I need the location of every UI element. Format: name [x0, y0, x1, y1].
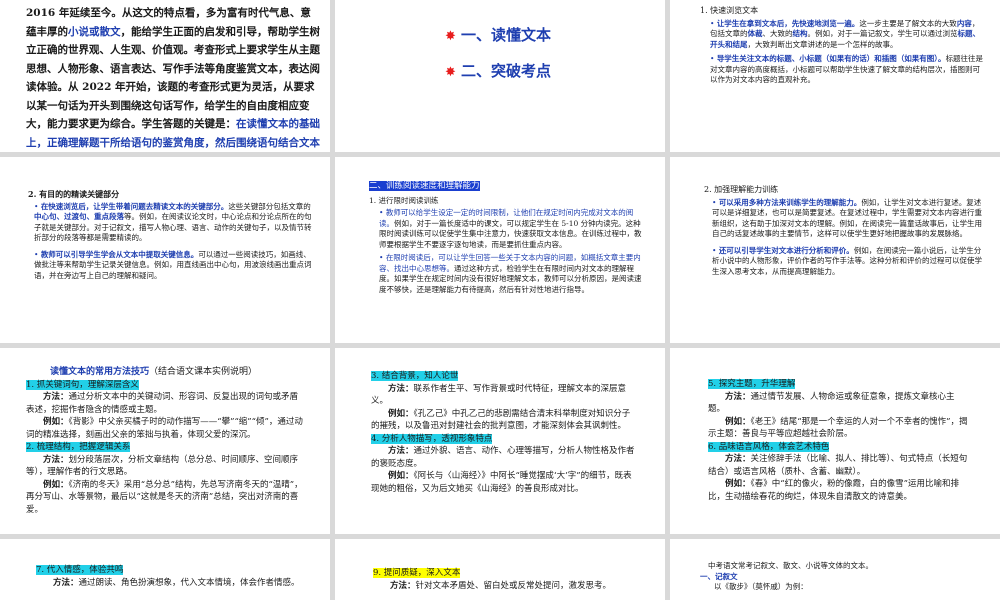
method-heading: 3. 结合背景，知人论世	[371, 371, 459, 381]
method-paragraph: 方法：通过情节发展、人物命运或象征意象，提炼文章核心主题。	[708, 391, 955, 415]
method-paragraph: 方法：针对文本矛盾处、留白处或反常处提问，激发思考。	[390, 580, 612, 591]
genre-example: 以《散步》（莫怀戚）为例：	[714, 582, 808, 591]
method-paragraph: 方法：划分段落层次，分析文章结构（总分总、时间顺序、空间顺序等），理解作者的行文…	[26, 454, 299, 478]
slide-title: 2. 有目的的精读关键部分	[28, 189, 120, 199]
slide-subtitle: 1. 进行限时阅读训练	[369, 195, 439, 205]
exam-analysis-paragraph: 2016 年延续至今。从这文的特点看，多为富有时代气息、意蕴丰厚的小说或散文，能…	[26, 7, 320, 149]
slide-quick-browse: 1. 快速浏览文本 • 让学生在拿到文本后，先快速地浏览一遍。这一步主要是了解文…	[670, 0, 1000, 152]
bullet-paragraph: • 可以采用多种方法来训练学生的理解能力。例如，让学生对文本进行复述。复述可以是…	[712, 197, 982, 239]
slide-speed-training: 二、训练阅读速度和理解能力 1. 进行限时阅读训练 • 教师可以给学生设定一定的…	[335, 157, 665, 343]
bullet-paragraph: • 在快速浏览后，让学生带着问题去精读文本的关键部分。这些关键部分包括文章的中心…	[34, 201, 312, 243]
slide-methods-2: 3. 结合背景，知人论世 方法：联系作者生平、写作背景或时代特征，理解文本的深层…	[335, 348, 665, 534]
genre-heading: 一、记叙文	[700, 571, 738, 581]
bullet-paragraph: • 教师可以引导学生学会从文本中提取关键信息。可以通过一些阅读技巧，如画线、做批…	[34, 249, 312, 280]
bullet-paragraph: • 在限时阅读后，可以让学生回答一些关于文本内容的问题，如概括文章主要内容、找出…	[379, 253, 642, 294]
slide-methods-1: 读懂文本的常用方法技巧（结合语文课本实例说明） 1. 抓关键词句，理解深层含义 …	[0, 348, 330, 534]
slide-methods-3: 5. 探究主题，升华理解 方法：通过情节发展、人物命运或象征意象，提炼文章核心主…	[670, 348, 1000, 534]
bullet-icon: •	[34, 249, 41, 259]
slide-title: 读懂文本的常用方法技巧（结合语文课本实例说明）	[50, 367, 258, 377]
slide-close-reading: 2. 有目的的精读关键部分 • 在快速浏览后，让学生带着问题去精读文本的关键部分…	[0, 157, 330, 343]
slide-outline: ✸ 一、读懂文本 ✸ 二、突破考点	[335, 0, 665, 152]
method-paragraph: 方法：关注修辞手法（比喻、拟人、排比等）、句式特点（长短句结合）或语言风格（质朴…	[708, 454, 968, 477]
bullet-paragraph: • 让学生在拿到文本后，先快速地浏览一遍。这一步主要是了解文本的大致内容，包括文…	[710, 18, 980, 49]
example-paragraph: 例如：《背影》中父亲买橘子时的动作描写——“攀”“缩”“倾”，通过动词的精准选择…	[26, 417, 303, 440]
example-paragraph: 例如：《老王》结尾“那是一个幸运的人对一个不幸者的愧怍”，揭示主题：善良与平等应…	[708, 416, 968, 440]
bullet-icon: •	[34, 201, 41, 211]
method-paragraph: 方法：通过外貌、语言、动作、心理等描写，分析人物性格及作者的褒贬态度。	[371, 446, 635, 469]
method-heading: 6. 品味语言风格，体会艺术特色	[708, 441, 830, 452]
bullet-paragraph: • 还可以引导学生对文本进行分析和评价。例如，在阅读完一篇小说后，让学生分析小说…	[712, 245, 982, 276]
bullet-icon: •	[710, 18, 717, 28]
slide-genres: 中考语文常考记叙文、散文、小说等文体的文本。 一、记叙文 以《散步》（莫怀戚）为…	[670, 539, 1000, 600]
method-heading: 4. 分析人物描写，透视形象特点	[371, 433, 493, 444]
bullet-icon: •	[712, 197, 719, 207]
method-heading: 9. 提问质疑，深入文本	[373, 568, 461, 578]
genres-intro: 中考语文常考记叙文、散文、小说等文体的文本。	[708, 561, 873, 570]
method-heading: 5. 探究主题，升华理解	[708, 379, 796, 389]
outline-item-1[interactable]: ✸ 一、读懂文本	[445, 24, 551, 45]
slide-comprehension-training: 2. 加强理解能力训练 • 可以采用多种方法来训练学生的理解能力。例如，让学生对…	[670, 157, 1000, 343]
bullet-icon: •	[379, 253, 386, 262]
star-icon: ✸	[445, 29, 456, 44]
example-paragraph: 例如：《阿长与〈山海经〉》中阿长“睡觉摆成‘大’字”的细节，既表现她的粗俗，又为…	[371, 471, 632, 494]
method-paragraph: 方法：通过分析文本中的关键动词、形容词、反复出现的词句或矛盾表述，挖掘作者隐含的…	[26, 392, 299, 415]
method-heading: 7. 代入情感，体验共鸣	[36, 565, 124, 575]
slide-title: 1. 快速浏览文本	[700, 6, 759, 15]
slide-title: 二、训练阅读速度和理解能力	[369, 181, 480, 191]
slide-methods-4: 7. 代入情感，体验共鸣 方法：通过朗读、角色扮演想象，代入文本情境，体会作者情…	[0, 539, 330, 600]
slide-exam-analysis: 2016 年延续至今。从这文的特点看，多为富有时代气息、意蕴丰厚的小说或散文，能…	[0, 0, 330, 152]
example-paragraph: 例如：《济南的冬天》采用“总分总”结构，先总写济南冬天的“温晴”，再分写山、水等…	[26, 479, 303, 515]
method-paragraph: 方法：联系作者生平、写作背景或时代特征，理解文本的深层意义。	[371, 383, 627, 407]
bullet-icon: •	[379, 208, 386, 217]
slide-title: 2. 加强理解能力训练	[704, 185, 779, 194]
example-paragraph: 例如：《孔乙己》中孔乙己的悲剧需结合清末科举制度对知识分子的摧残，以及鲁迅对封建…	[371, 408, 631, 432]
method-heading: 2. 梳理结构，把握逻辑关系	[26, 442, 131, 452]
method-paragraph: 方法：通过朗读、角色扮演想象，代入文本情境，体会作者情感。	[53, 577, 300, 588]
bullet-paragraph: • 教师可以给学生设定一定的时间限制，让他们在规定时间内完成对文本的阅读。例如，…	[379, 208, 642, 249]
bullet-icon: •	[712, 245, 719, 255]
bullet-icon: •	[710, 54, 717, 63]
bullet-paragraph: • 导学生关注文本的标题、小标题（如果有的话）和插图（如果有图）。标题往往是对文…	[710, 54, 984, 84]
example-paragraph: 例如：《春》中“红的像火，粉的像霞，白的像雪”运用比喻和排比，生动描绘春花的绚烂…	[708, 479, 959, 502]
star-icon: ✸	[445, 65, 456, 80]
method-heading: 1. 抓关键词句，理解深层含义	[26, 379, 139, 390]
outline-item-2[interactable]: ✸ 二、突破考点	[445, 60, 551, 81]
slide-methods-5: 9. 提问质疑，深入文本 方法：针对文本矛盾处、留白处或反常处提问，激发思考。	[335, 539, 665, 600]
